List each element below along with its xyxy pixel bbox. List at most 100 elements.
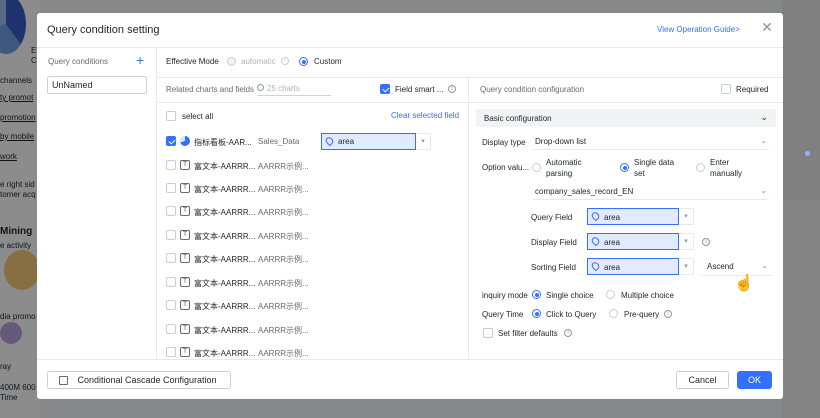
row-checkbox[interactable] [166, 277, 176, 287]
row-checkbox[interactable] [166, 183, 176, 193]
effective-mode-label: Effective Mode [166, 57, 219, 66]
mode-divider [157, 77, 783, 78]
chart-row[interactable]: T 富文本-AARRR... AARRR示例... [166, 343, 466, 359]
filter-defaults-checkbox[interactable] [483, 328, 493, 338]
text-icon: T [180, 300, 190, 310]
chart-row[interactable]: 指标看板-AAR... Sales_Data area ▾ [166, 132, 466, 152]
row-chart-name: 富文本-AARRR... [194, 232, 256, 241]
select-all-checkbox[interactable] [166, 111, 176, 121]
sorting-field-select[interactable]: area [587, 258, 679, 275]
chart-row[interactable]: T 富文本-AARRR... AARRR示例... [166, 226, 466, 246]
automatic-info-icon: i [281, 57, 289, 65]
cascade-icon [59, 376, 68, 385]
cascade-button-label: Conditional Cascade Configuration [77, 375, 217, 385]
chart-row[interactable]: T 富文本-AARRR... AARRR示例... [166, 249, 466, 269]
basic-configuration-section[interactable]: Basic configuration ⌄ [476, 109, 776, 127]
inquiry-multiple-radio[interactable] [606, 290, 615, 299]
query-field-value: area [604, 213, 621, 222]
option-single-radio[interactable] [620, 163, 629, 172]
field-smart-checkbox[interactable] [380, 84, 390, 94]
chart-row[interactable]: T 富文本-AARRR... AARRR示例... [166, 179, 466, 199]
query-field-select[interactable]: area [587, 208, 679, 225]
row-checkbox[interactable] [166, 230, 176, 240]
row-checkbox[interactable] [166, 253, 176, 263]
row-dataset: AARRR示例... [258, 185, 309, 194]
condition-item-unnamed[interactable]: UnNamed [47, 76, 147, 94]
mode-automatic-label: automatic [241, 57, 276, 66]
chart-search-input[interactable]: 25 charts [257, 82, 331, 96]
related-charts-label: Related charts and fields [166, 85, 255, 94]
option-manual-radio[interactable] [696, 163, 705, 172]
header-divider [37, 47, 783, 48]
row-dataset: Sales_Data [258, 137, 300, 146]
clear-selected-field-link[interactable]: Clear selected field [391, 111, 459, 120]
mode-custom-radio[interactable] [299, 57, 308, 66]
display-field-select[interactable]: area [587, 233, 679, 250]
text-icon: T [180, 160, 190, 170]
text-icon: T [180, 347, 190, 357]
footer-divider [37, 359, 783, 360]
chevron-down-icon[interactable]: ▾ [679, 258, 694, 275]
chevron-down-icon: ⌄ [760, 112, 768, 122]
row-checkbox[interactable] [166, 206, 176, 216]
config-label: Query condition configuration [480, 85, 585, 94]
pre-query-info-icon[interactable]: i [664, 310, 672, 318]
chart-row[interactable]: T 富文本-AARRR... AARRR示例... [166, 202, 466, 222]
row-dataset: AARRR示例... [258, 208, 309, 217]
query-click-radio[interactable] [532, 309, 541, 318]
option-single-label: Single data set [634, 158, 675, 178]
text-icon: T [180, 324, 190, 334]
row-checkbox[interactable] [166, 300, 176, 310]
field-smart-info-icon[interactable]: i [448, 85, 456, 93]
query-field-label: Query Field [531, 213, 573, 222]
chart-row[interactable]: T 富文本-AARRR... AARRR示例... [166, 320, 466, 340]
row-checkbox[interactable] [166, 136, 176, 146]
pie-chart-icon [180, 136, 190, 146]
chevron-down-icon[interactable]: ▾ [679, 233, 694, 250]
chart-row[interactable]: T 富文本-AARRR... AARRR示例... [166, 156, 466, 176]
location-pin-icon [324, 135, 335, 147]
chevron-down-icon[interactable]: ▾ [679, 208, 694, 225]
text-icon: T [180, 206, 190, 216]
chart-row[interactable]: T 富文本-AARRR... AARRR示例... [166, 273, 466, 293]
inquiry-single-label: Single choice [546, 291, 594, 300]
add-condition-icon[interactable]: + [136, 53, 144, 67]
row-field-select[interactable]: area [321, 133, 416, 150]
mode-automatic-radio[interactable] [227, 57, 236, 66]
dialog-title: Query condition setting [47, 24, 160, 36]
row-field-value: area [338, 137, 355, 146]
sorting-field-value: area [604, 263, 621, 272]
chevron-down-icon[interactable]: ▾ [416, 133, 431, 150]
view-operation-guide-link[interactable]: View Operation Guide> [657, 25, 740, 34]
row-checkbox[interactable] [166, 347, 176, 357]
row-chart-name: 富文本-AARRR... [194, 326, 256, 335]
close-icon[interactable]: ✕ [760, 20, 774, 34]
dataset-select[interactable]: company_sales_record_EN ⌄ [533, 184, 769, 200]
chart-row[interactable]: T 富文本-AARRR... AARRR示例... [166, 296, 466, 316]
row-chart-name: 富文本-AARRR... [194, 208, 256, 217]
option-value-label: Option valu... [482, 163, 530, 172]
filter-defaults-info-icon[interactable]: i [564, 329, 572, 337]
row-chart-name: 富文本-AARRR... [194, 185, 256, 194]
row-checkbox[interactable] [166, 324, 176, 334]
ok-button[interactable]: OK [737, 371, 772, 389]
display-type-select[interactable]: Drop-down list ⌄ [533, 134, 769, 150]
background-slider-dot [805, 151, 810, 156]
inquiry-single-radio[interactable] [532, 290, 541, 299]
option-automatic-label: Automatic parsing [546, 158, 582, 178]
query-pre-radio[interactable] [609, 309, 618, 318]
text-icon: T [180, 183, 190, 193]
chevron-down-icon: ⌄ [760, 136, 767, 145]
option-automatic-radio[interactable] [532, 163, 541, 172]
row-checkbox[interactable] [166, 160, 176, 170]
row-dataset: AARRR示例... [258, 279, 309, 288]
required-checkbox[interactable] [721, 84, 731, 94]
display-field-label: Display Field [531, 238, 577, 247]
query-click-label: Click to Query [546, 310, 597, 319]
conditional-cascade-button[interactable]: Conditional Cascade Configuration [47, 371, 231, 389]
cancel-button[interactable]: Cancel [676, 371, 729, 389]
display-field-info-icon[interactable]: i [702, 238, 710, 246]
search-icon [257, 84, 264, 91]
field-smart-label: Field smart ... [395, 85, 444, 94]
query-time-label: Query Time [482, 310, 524, 319]
